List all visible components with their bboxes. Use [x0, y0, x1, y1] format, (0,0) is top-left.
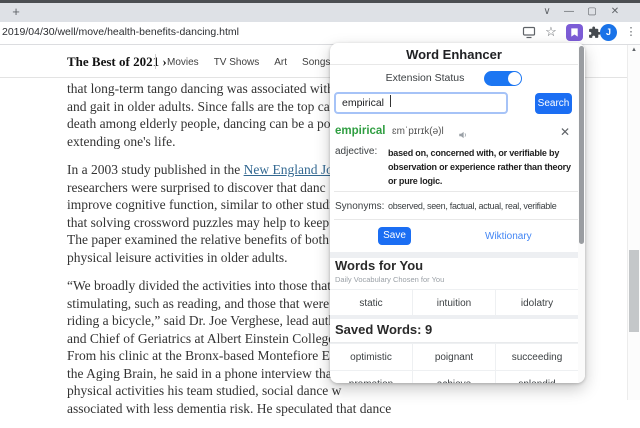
suggested-word[interactable]: idolatry	[496, 289, 579, 317]
minimize-button[interactable]: —	[560, 4, 578, 20]
maximize-button[interactable]: ▢	[583, 4, 601, 20]
search-button[interactable]: Search	[535, 93, 572, 114]
scroll-up-arrow-icon[interactable]: ▲	[628, 47, 640, 53]
extension-status-label: Extension Status	[385, 72, 465, 84]
window-top-edge	[0, 0, 640, 3]
suggested-word[interactable]: static	[330, 289, 413, 317]
saved-words-grid-row: promotion achieve splendid	[330, 370, 579, 383]
page-scrollbar[interactable]: ▲	[627, 45, 640, 400]
result-pronunciation: ɛmˈpɪrɪk(ə)l	[392, 126, 444, 137]
saved-word[interactable]: achieve	[413, 370, 496, 383]
close-window-button[interactable]: ✕	[606, 4, 624, 20]
nav-item-art[interactable]: Art	[274, 57, 287, 68]
extension-status-toggle[interactable]	[484, 70, 523, 86]
nav-item-movies[interactable]: Movies	[167, 57, 199, 68]
popup-divider	[334, 191, 578, 192]
word-enhancer-popup: Word Enhancer Extension Status Search em…	[330, 43, 585, 383]
toggle-knob	[508, 71, 522, 85]
words-for-you-grid: static intuition idolatry	[330, 289, 579, 317]
site-section-title[interactable]: The Best of 2021 ›	[67, 54, 167, 70]
word-search-input[interactable]	[334, 92, 508, 114]
close-result-icon[interactable]: ✕	[560, 125, 570, 139]
popup-divider	[334, 219, 578, 220]
text-cursor	[390, 95, 391, 107]
saved-word[interactable]: succeeding	[496, 343, 579, 371]
synonyms-text: observed, seen, factual, actual, real, v…	[388, 201, 557, 211]
words-for-you-subtitle: Daily Vocabulary Chosen for You	[335, 275, 445, 284]
saved-words-header: Saved Words: 9	[330, 319, 579, 343]
new-tab-button[interactable]: +	[8, 4, 24, 20]
speaker-icon[interactable]	[458, 127, 468, 145]
paragraph-text: researchers were surprised to discover t…	[67, 179, 339, 265]
words-for-you-title: Words for You	[335, 258, 424, 273]
popup-scrollbar-thumb[interactable]	[579, 46, 584, 244]
synonyms-label: Synonyms:	[335, 201, 385, 212]
saved-words-grid-row: optimistic poignant succeeding	[330, 343, 579, 371]
header-divider	[155, 54, 156, 69]
nav-item-songs[interactable]: Songs	[302, 57, 330, 68]
browser-menu-icon[interactable]: ⋮	[624, 25, 638, 41]
suggested-word[interactable]: intuition	[413, 289, 496, 317]
profile-avatar[interactable]: J	[600, 24, 617, 41]
url-text[interactable]: 2019/04/30/well/move/health-benefits-dan…	[2, 26, 239, 38]
paragraph-text: In a 2003 study published in the	[67, 162, 244, 177]
extension-status-row: Extension Status	[330, 69, 578, 87]
address-toolbar: 2019/04/30/well/move/health-benefits-dan…	[0, 22, 640, 45]
nav-item-tv-shows[interactable]: TV Shows	[214, 57, 260, 68]
tab-search-chevron-icon[interactable]: ∨	[538, 4, 556, 20]
saved-word[interactable]: optimistic	[330, 343, 413, 371]
saved-word[interactable]: promotion	[330, 370, 413, 383]
word-enhancer-extension-icon[interactable]	[566, 24, 583, 41]
tab-strip: + ∨ — ▢ ✕	[0, 0, 640, 22]
saved-word[interactable]: splendid	[496, 370, 579, 383]
bookmark-star-icon[interactable]: ☆	[543, 24, 559, 40]
share-icon[interactable]	[521, 25, 537, 41]
save-word-button[interactable]: Save	[378, 227, 411, 245]
nejm-article-link[interactable]: New England Jou	[244, 162, 340, 177]
saved-words-title: Saved Words: 9	[335, 322, 433, 337]
saved-word[interactable]: poignant	[413, 343, 496, 371]
popup-scrollbar[interactable]	[578, 43, 585, 383]
popup-divider	[330, 64, 585, 65]
definition-text: based on, concerned with, or verifiable …	[388, 148, 571, 186]
wiktionary-link[interactable]: Wiktionary	[485, 231, 532, 242]
result-word: empirical	[335, 125, 386, 137]
part-of-speech-label: adjective:	[335, 146, 378, 157]
page-scrollbar-thumb[interactable]	[629, 250, 639, 332]
popup-title: Word Enhancer	[406, 47, 502, 62]
